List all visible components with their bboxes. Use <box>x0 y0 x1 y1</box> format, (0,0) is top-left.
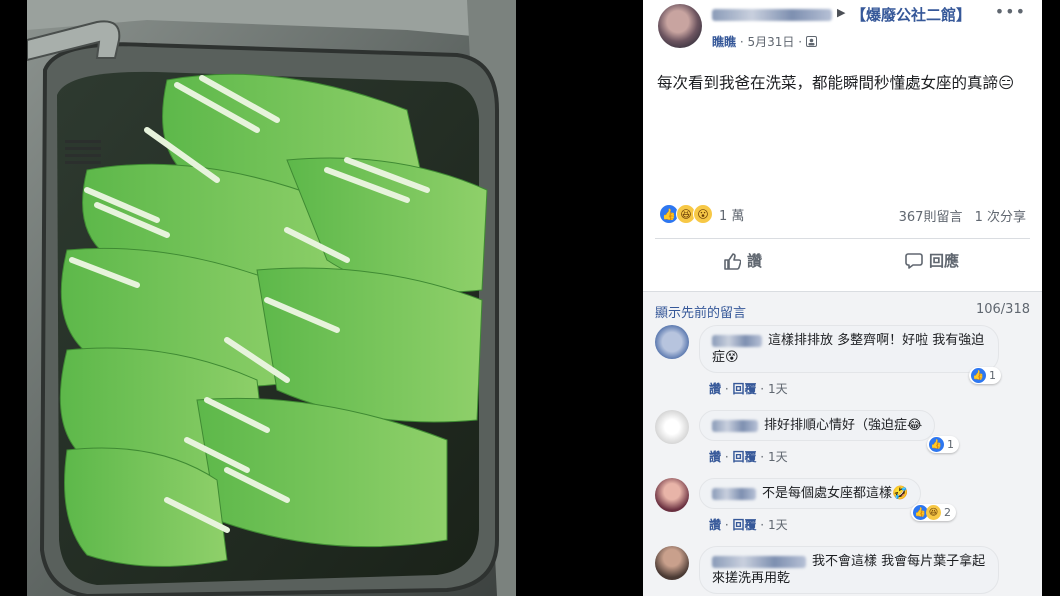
comment-like-link[interactable]: 讚 <box>709 450 721 464</box>
comment-reactions[interactable]: 👍 1 <box>927 436 959 453</box>
comment-reactions[interactable]: 👍 1 <box>969 367 1001 384</box>
comment-reaction-count: 1 <box>947 438 954 451</box>
blurred-commenter-name <box>712 487 756 500</box>
comment-button[interactable]: 回應 <box>905 250 959 271</box>
comment-actions: 讚 · 回覆 · 1天 <box>709 450 788 464</box>
reaction-summary[interactable]: 👍 😆 😮 1 萬 <box>659 204 744 224</box>
post-text: 每次看到我爸在洗菜，都能瞬間秒懂處女座的真諦😑 <box>657 74 1015 92</box>
comment-actions: 讚 · 回覆 · 1天 <box>709 382 788 396</box>
poster-name[interactable]: 瞧瞧 <box>712 35 736 49</box>
commenter-avatar[interactable] <box>655 478 689 512</box>
comment-reaction-count: 2 <box>944 506 951 519</box>
group-icon <box>805 36 817 47</box>
comment-reactions[interactable]: 👍 😆 2 <box>911 504 956 521</box>
like-reaction-icon: 👍 <box>929 437 944 452</box>
comment-reply-link[interactable]: 回覆 <box>732 382 756 396</box>
comment-button-label: 回應 <box>929 252 960 270</box>
commenter-avatar[interactable] <box>655 546 689 580</box>
comment-time[interactable]: 1天 <box>768 518 788 532</box>
reaction-count: 1 萬 <box>719 208 745 224</box>
wow-reaction-icon: 😮 <box>693 204 713 224</box>
comment-time[interactable]: 1天 <box>768 450 788 464</box>
haha-reaction-icon: 😆 <box>926 505 941 520</box>
comment-time[interactable]: 1天 <box>768 382 788 396</box>
post-photo[interactable] <box>27 0 516 596</box>
comment-bubble: 我不會這樣 我會每片葉子拿起來搓洗再用乾 <box>699 546 999 594</box>
facebook-post-panel: ▶ 【爆廢公社二館】 ••• 瞧瞧 · 5月31日 · 每次看到我爸在洗菜，都能… <box>643 0 1042 596</box>
post-date[interactable]: 5月31日 <box>747 35 794 49</box>
comment-text: 不是每個處女座都這樣🤣 <box>762 486 909 501</box>
group-name-link[interactable]: 【爆廢公社二館】 <box>851 4 971 25</box>
comment-count[interactable]: 367則留言 <box>899 210 963 225</box>
blurred-commenter-name <box>712 555 806 568</box>
comment-bubble: 排好排順心情好（強迫症😂 <box>699 410 936 441</box>
comment-reply-link[interactable]: 回覆 <box>732 450 756 464</box>
show-previous-comments-link[interactable]: 顯示先前的留言 <box>655 302 746 321</box>
like-button[interactable]: 讚 <box>723 250 762 271</box>
comment-reaction-count: 1 <box>989 369 996 382</box>
like-reaction-icon: 👍 <box>971 368 986 383</box>
commenter-avatar[interactable] <box>655 410 689 444</box>
like-button-label: 讚 <box>747 252 763 270</box>
commenter-avatar[interactable] <box>655 325 689 359</box>
poster-avatar[interactable] <box>658 4 702 48</box>
comment-pager: 106/318 <box>975 302 1030 317</box>
comments-section: 顯示先前的留言 106/318 這樣排排放 多整齊啊！好啦 我有強迫症😵 👍 1… <box>643 291 1042 596</box>
engagement-counts: 367則留言 1 次分享 <box>899 206 1026 225</box>
speech-bubble-icon <box>905 252 923 269</box>
vegetable-sink-image <box>27 0 516 596</box>
meta-separator: · <box>798 35 806 49</box>
comment-bubble: 不是每個處女座都這樣🤣 <box>699 478 922 509</box>
comment-reply-link[interactable]: 回覆 <box>732 518 756 532</box>
arrow-right-icon: ▶ <box>837 6 846 19</box>
post-header: ▶ 【爆廢公社二館】 ••• 瞧瞧 · 5月31日 · <box>643 0 1042 60</box>
post-actions: 讚 回應 <box>643 244 1042 280</box>
more-options-icon[interactable]: ••• <box>995 2 1026 21</box>
blurred-commenter-name <box>712 419 758 432</box>
blurred-poster-name <box>712 9 832 21</box>
divider <box>655 238 1030 239</box>
blurred-commenter-name <box>712 334 762 347</box>
thumbs-up-icon <box>724 252 741 270</box>
comment-bubble: 這樣排排放 多整齊啊！好啦 我有強迫症😵 <box>699 325 999 373</box>
comment-text: 排好排順心情好（強迫症😂 <box>764 418 923 433</box>
comment-like-link[interactable]: 讚 <box>709 382 721 396</box>
share-count[interactable]: 1 次分享 <box>975 210 1026 225</box>
post-meta: 瞧瞧 · 5月31日 · <box>712 33 817 50</box>
comment-actions: 讚 · 回覆 · 1天 <box>709 518 788 532</box>
comment-like-link[interactable]: 讚 <box>709 518 721 532</box>
